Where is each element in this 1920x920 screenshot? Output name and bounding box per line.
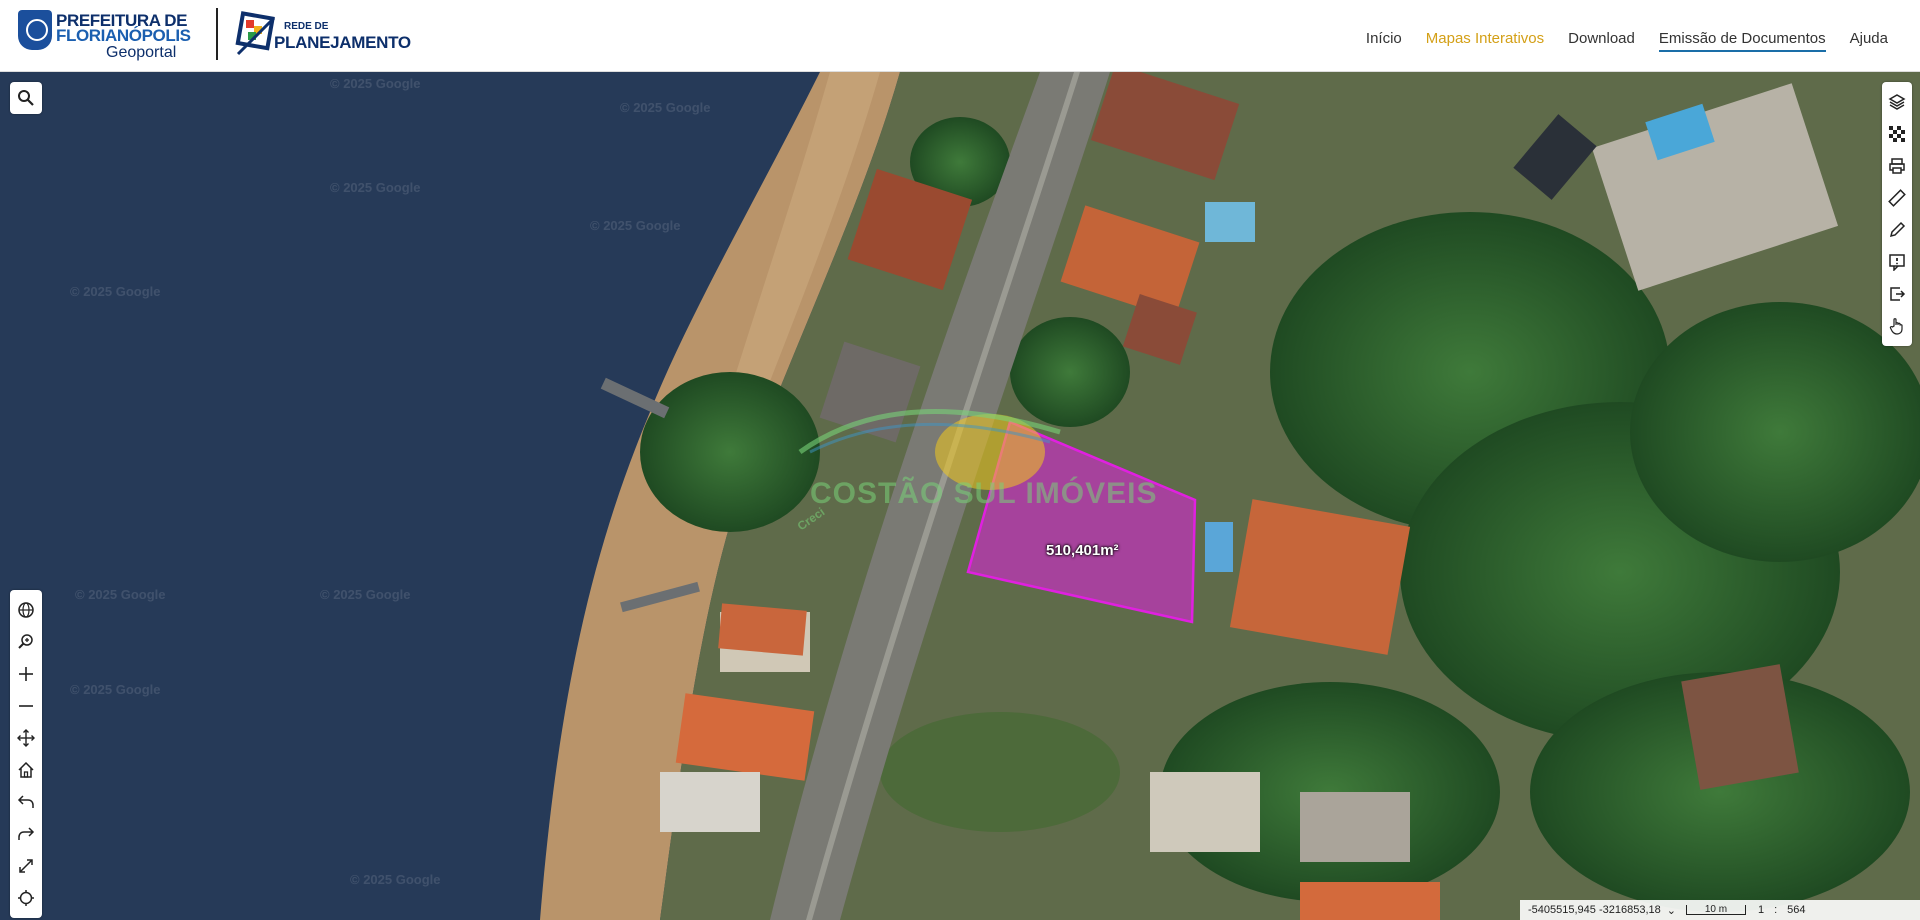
logo-divider (216, 8, 218, 60)
rede-planejamento-logo[interactable]: REDE DE PLANEJAMENTO (232, 6, 422, 64)
measure-button[interactable] (1882, 182, 1912, 214)
checkerboard-icon (1889, 126, 1905, 142)
rede-planejamento-mark-icon (235, 11, 276, 56)
undo-icon (17, 795, 34, 808)
redo-button[interactable] (10, 818, 42, 850)
scale-ratio-left: 1 (1757, 904, 1765, 916)
nav-mapas-interativos[interactable]: Mapas Interativos (1426, 30, 1544, 52)
main-nav: Início Mapas Interativos Download Emissã… (1366, 30, 1888, 52)
identify-button[interactable] (1882, 310, 1912, 342)
top-header: PREFEITURA DE FLORIANÓPOLIS Geoportal RE… (0, 0, 1920, 72)
redo-icon (18, 827, 35, 840)
prefeitura-shield-icon (18, 10, 52, 50)
geoportal-label: Geoportal (106, 44, 177, 61)
export-icon (1890, 287, 1906, 301)
export-button[interactable] (1882, 278, 1912, 310)
print-button[interactable] (1882, 150, 1912, 182)
globe-button[interactable] (10, 594, 42, 626)
layers-icon (1888, 94, 1906, 110)
ruler-icon (1888, 189, 1906, 207)
scale-ratio[interactable]: 1 : 564 (1758, 904, 1806, 916)
nav-ajuda[interactable]: Ajuda (1850, 30, 1888, 52)
prefeitura-logo[interactable]: PREFEITURA DE FLORIANÓPOLIS Geoportal (18, 8, 191, 64)
pan-icon (17, 729, 35, 747)
rede-logo-small-text: REDE DE (284, 21, 329, 32)
home-icon (18, 761, 34, 778)
zoom-in-button[interactable] (10, 658, 42, 690)
fullscreen-button[interactable] (10, 850, 42, 882)
zoom-in-icon (19, 667, 33, 681)
projection-dropdown-chevron-icon[interactable]: ⌄ (1667, 904, 1676, 917)
map-watermark: © 2025 Google (350, 872, 441, 887)
nav-inicio[interactable]: Início (1366, 30, 1402, 52)
right-toolbar (1882, 82, 1912, 346)
draw-button[interactable] (1882, 214, 1912, 246)
search-button[interactable] (10, 82, 42, 114)
map-watermark: © 2025 Google (75, 587, 166, 602)
zoom-area-icon (18, 634, 33, 649)
fullscreen-icon (19, 859, 33, 873)
zoom-out-button[interactable] (10, 690, 42, 722)
map-watermark: © 2025 Google (330, 76, 421, 91)
print-icon (1889, 158, 1905, 174)
map-watermark: © 2025 Google (320, 587, 411, 602)
map-watermark: © 2025 Google (330, 180, 421, 195)
map-watermark: © 2025 Google (70, 284, 161, 299)
layers-button[interactable] (1882, 86, 1912, 118)
hand-pointer-icon (1889, 318, 1903, 335)
zoom-area-button[interactable] (10, 626, 42, 658)
map-watermark: © 2025 Google (620, 100, 711, 115)
zoom-out-icon (19, 705, 33, 707)
scale-ratio-separator: : (1774, 904, 1778, 916)
prefeitura-logo-line2: FLORIANÓPOLIS (56, 26, 191, 45)
globe-icon (18, 602, 34, 618)
undo-button[interactable] (10, 786, 42, 818)
left-toolbar (10, 590, 42, 918)
nav-emissao-documentos[interactable]: Emissão de Documentos (1658, 30, 1826, 52)
scale-bar: 10 m (1685, 905, 1746, 915)
pencil-icon (1889, 221, 1906, 238)
map-watermark: © 2025 Google (70, 682, 161, 697)
nav-download[interactable]: Download (1568, 30, 1635, 52)
info-button[interactable] (1882, 246, 1912, 278)
parcel-area-label: 510,401m² (1046, 542, 1119, 559)
map-canvas[interactable]: © 2025 Google © 2025 Google © 2025 Googl… (0, 72, 1920, 920)
search-icon (18, 90, 34, 106)
coordinates-readout: -5405515,945 -3216853,18 (1528, 904, 1661, 916)
map-statusbar: -5405515,945 -3216853,18 ⌄ 10 m 1 : 564 (1520, 900, 1920, 920)
home-button[interactable] (10, 754, 42, 786)
basemap-button[interactable] (1882, 118, 1912, 150)
refresh-extent-icon (18, 890, 34, 906)
info-icon (1889, 254, 1905, 271)
map-watermark: © 2025 Google (590, 218, 681, 233)
rede-logo-big-text: PLANEJAMENTO (274, 33, 411, 52)
refresh-extent-button[interactable] (10, 882, 42, 914)
overlay-watermark-logo: COSTÃO SUL IMÓVEIS (810, 477, 1158, 510)
scale-ratio-right: 564 (1787, 904, 1806, 916)
pan-button[interactable] (10, 722, 42, 754)
